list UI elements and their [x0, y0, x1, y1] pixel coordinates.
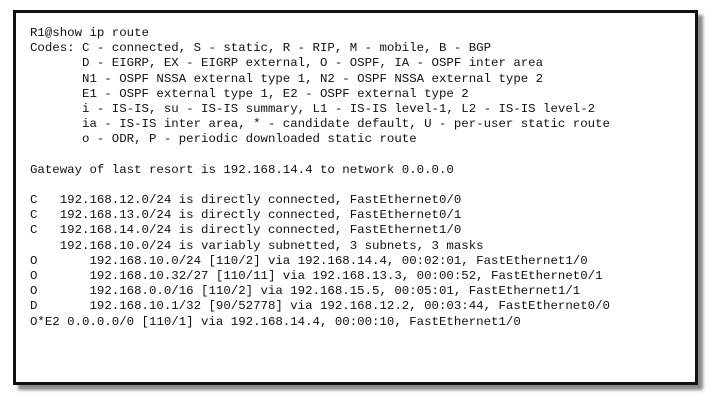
route-line: O 192.168.0.0/16 [110/2] via 192.168.15.…: [30, 284, 581, 299]
codes-line: N1 - OSPF NSSA external type 1, N2 - OSP…: [30, 71, 544, 86]
codes-line: i - IS-IS, su - IS-IS summary, L1 - IS-I…: [30, 101, 596, 116]
route-line: C 192.168.14.0/24 is directly connected,…: [30, 223, 462, 238]
terminal-output-panel: R1@show ip route Codes: C - connected, S…: [13, 10, 698, 385]
route-line: 192.168.10.0/24 is variably subnetted, 3…: [30, 238, 484, 253]
route-line: O 192.168.10.32/27 [110/11] via 192.168.…: [30, 269, 603, 283]
codes-line: D - EIGRP, EX - EIGRP external, O - OSPF…: [30, 56, 544, 71]
gateway-line: Gateway of last resort is 192.168.14.4 t…: [30, 162, 454, 177]
codes-line: o - ODR, P - periodic downloaded static …: [30, 132, 417, 147]
route-line: O*E2 0.0.0.0/0 [110/1] via 192.168.14.4,…: [30, 314, 521, 329]
terminal-text: R1@show ip route Codes: C - connected, S…: [30, 26, 610, 330]
route-line: C 192.168.12.0/24 is directly connected,…: [30, 193, 462, 208]
route-line: C 192.168.13.0/24 is directly connected,…: [30, 208, 462, 223]
route-line: O 192.168.10.0/24 [110/2] via 192.168.14…: [30, 253, 588, 268]
codes-line: ia - IS-IS inter area, * - candidate def…: [30, 117, 610, 132]
codes-line: E1 - OSPF external type 1, E2 - OSPF ext…: [30, 86, 469, 101]
codes-line: Codes: C - connected, S - static, R - RI…: [30, 41, 492, 56]
command-line: R1@show ip route: [30, 26, 149, 40]
route-line: D 192.168.10.1/32 [90/52778] via 192.168…: [30, 299, 610, 314]
